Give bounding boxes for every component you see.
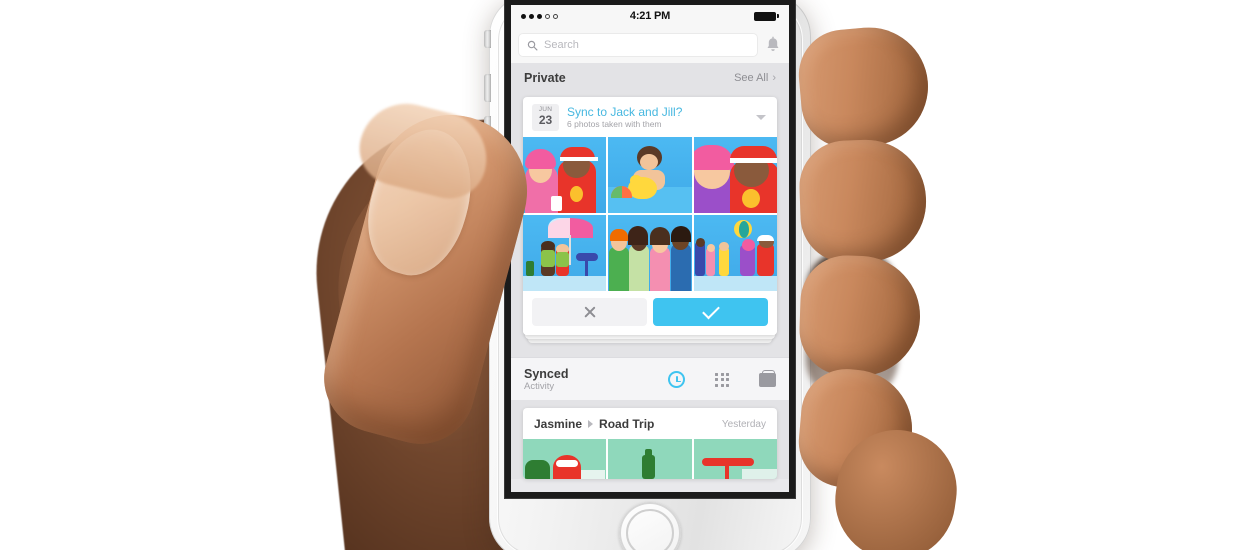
private-section-header: Private See All › [511, 63, 789, 93]
activity-header: Jasmine Road Trip Yesterday [523, 408, 777, 439]
grid-icon[interactable] [715, 372, 729, 387]
confirm-button[interactable] [653, 298, 768, 326]
status-bar: 4:21 PM [511, 5, 789, 27]
thumb-nail [353, 117, 487, 287]
date-badge: JUN 23 [532, 104, 559, 131]
close-icon [583, 305, 597, 319]
check-icon [701, 301, 720, 319]
activity-thumbnails [523, 439, 777, 480]
activity-album: Road Trip [599, 417, 655, 432]
photo-thumbnail[interactable] [523, 137, 607, 213]
phone-screen: 4:21 PM Search Private See All › JUN 23 … [511, 5, 789, 492]
synced-title: Synced [524, 367, 569, 381]
activity-thumbnail[interactable] [523, 439, 607, 480]
photo-thumbnail[interactable] [693, 137, 777, 213]
volume-down-button[interactable] [484, 116, 491, 144]
search-icon [527, 40, 538, 50]
photo-thumbnail[interactable] [523, 215, 607, 291]
thumb-tip [351, 93, 497, 207]
synced-titles: Synced Activity [524, 367, 568, 392]
photo-thumbnail[interactable] [693, 215, 777, 291]
date-day: 23 [538, 112, 553, 127]
status-bar-clock: 4:21 PM [629, 10, 671, 22]
list-item[interactable]: Jasmine Road Trip Yesterday [523, 408, 777, 480]
home-button-ring [626, 509, 674, 550]
card-stack: JUN 23 Sync to Jack and Jill? 6 photos t… [523, 97, 777, 343]
activity-user: Jasmine [534, 417, 583, 432]
page-title: Private [524, 71, 566, 85]
activity-thumbnail[interactable] [608, 439, 692, 480]
activity-thumbnail[interactable] [693, 439, 777, 480]
clock-icon[interactable] [668, 371, 686, 389]
photo-grid [523, 137, 777, 291]
card-header: JUN 23 Sync to Jack and Jill? 6 photos t… [523, 97, 777, 137]
synced-subtitle: Activity [524, 381, 555, 393]
card-title: Sync to Jack and Jill? [567, 104, 683, 119]
photo-thumbnail[interactable] [608, 137, 692, 213]
hand-shadow [806, 250, 898, 400]
search-bar: Search [511, 27, 789, 63]
search-placeholder: Search [544, 39, 579, 51]
ring-finger [797, 253, 923, 379]
sync-suggestion-card[interactable]: JUN 23 Sync to Jack and Jill? 6 photos t… [523, 97, 777, 335]
see-all-label: See All [734, 72, 769, 84]
activity-list: Jasmine Road Trip Yesterday [511, 400, 789, 480]
hand-knuckles [827, 422, 965, 550]
section-spacer [511, 343, 789, 357]
little-finger [795, 365, 917, 493]
card-text: Sync to Jack and Jill? 6 photos taken wi… [567, 105, 748, 131]
scene: 4:21 PM Search Private See All › JUN 23 … [0, 0, 1250, 550]
mute-switch-button[interactable] [484, 30, 491, 48]
synced-section-header: Synced Activity [511, 357, 789, 401]
bag-icon[interactable] [759, 369, 776, 387]
play-triangle-icon [588, 420, 594, 429]
volume-up-button[interactable] [484, 74, 491, 102]
chevron-down-icon[interactable] [756, 115, 766, 120]
card-actions [523, 291, 777, 335]
view-mode-switcher [668, 369, 776, 389]
bell-icon[interactable] [765, 36, 781, 54]
index-finger [795, 22, 933, 152]
card-subtitle: 6 photos taken with them [567, 118, 662, 129]
see-all-button[interactable]: See All › [734, 72, 776, 84]
private-section-body: JUN 23 Sync to Jack and Jill? 6 photos t… [511, 93, 789, 343]
dismiss-button[interactable] [532, 298, 647, 326]
photo-thumbnail[interactable] [608, 215, 692, 291]
chevron-right-icon: › [772, 72, 776, 84]
search-input[interactable]: Search [519, 34, 757, 56]
activity-timestamp: Yesterday [721, 418, 766, 430]
middle-finger [797, 137, 929, 265]
